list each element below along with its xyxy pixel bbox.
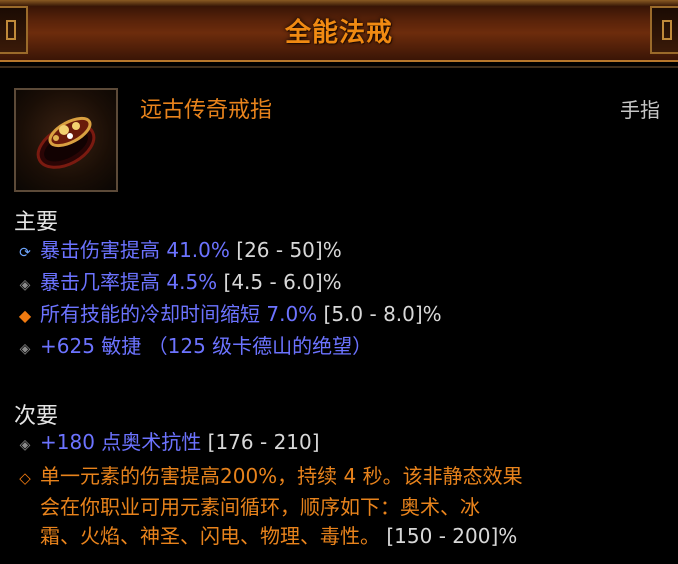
primary-stat-2: ◈ 暴击几率提高 4.5% [4.5 - 6.0]% (14, 268, 342, 300)
legendary-affix: ◇ 单一元素的伤害提高200%，持续 4 秒。该非静态效果 会在你职业可用元素间循… (14, 462, 654, 551)
diamond-orange-icon: ◆ (18, 306, 32, 325)
tooltip-header: 全能法戒 (0, 0, 678, 62)
item-type-name: 远古传奇戒指 (140, 98, 273, 123)
diamond-icon: ◈ (19, 437, 31, 453)
diamond-icon: ◈ (19, 277, 31, 293)
header-divider (0, 66, 678, 68)
diamond-outline-orange-icon: ◇ (19, 469, 31, 487)
secondary-heading: 次要 (14, 404, 59, 429)
primary-stat-1: ⟳ 暴击伤害提高 41.0% [26 - 50]% (14, 236, 342, 268)
header-top-border (0, 0, 678, 6)
primary-stat-3: ◆ 所有技能的冷却时间缩短 7.0% [5.0 - 8.0]% (14, 300, 442, 330)
primary-stat-4: ◈ +625 敏捷 （125 级卡德山的绝望） (14, 332, 373, 364)
legendary-ring-icon (36, 116, 96, 169)
diamond-icon: ◈ (19, 341, 31, 357)
item-title: 全能法戒 (284, 18, 393, 48)
primary-heading: 主要 (14, 210, 59, 235)
item-slot: 手指 (620, 98, 660, 122)
secondary-stat-1: ◈ +180 点奥术抗性 [176 - 210] (14, 428, 320, 460)
reroll-icon: ⟳ (19, 245, 31, 261)
item-icon-frame (14, 88, 118, 192)
